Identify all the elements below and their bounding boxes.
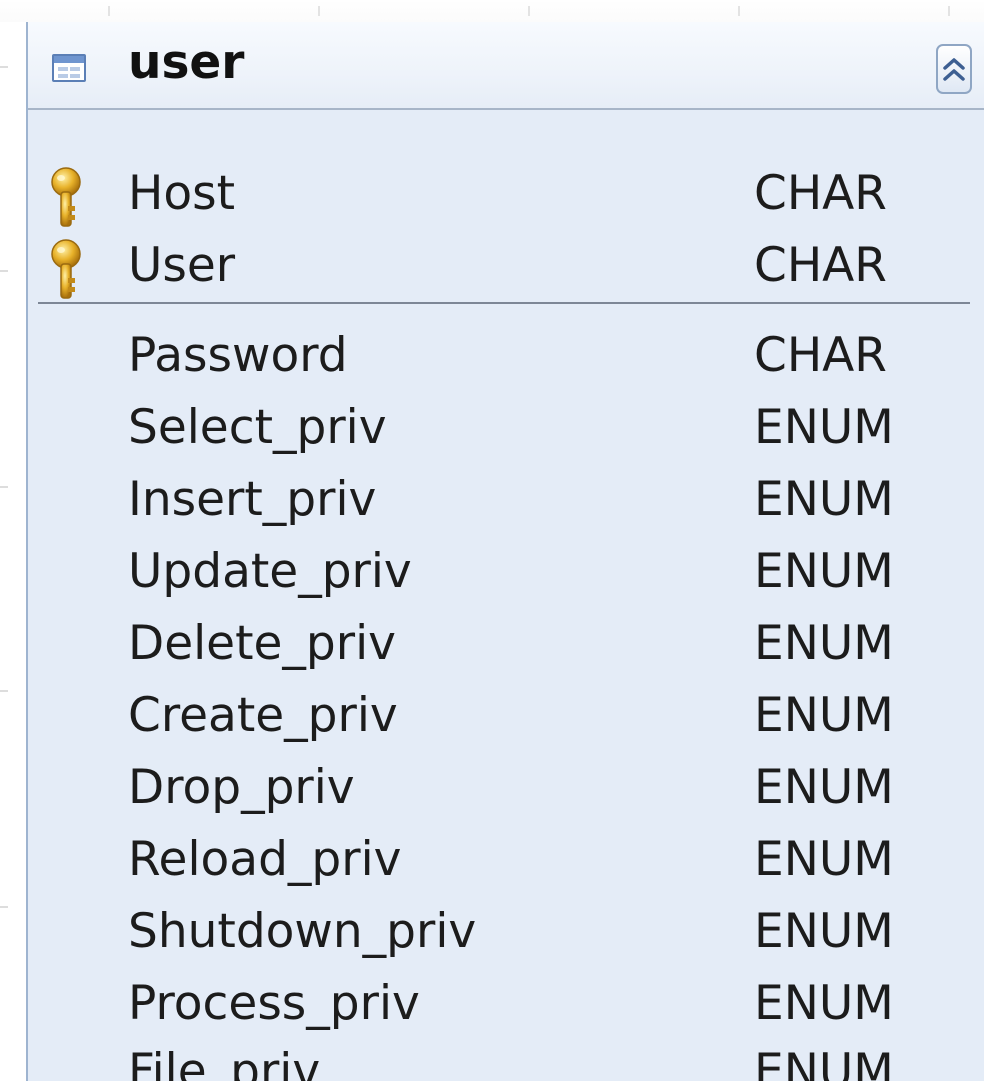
user-table-entity[interactable]: user Host CHAR User CHAR Password CHAR S… [26, 22, 984, 1081]
column-row[interactable]: Process_priv ENUM [28, 968, 984, 1040]
column-type: ENUM [754, 832, 894, 887]
column-type: CHAR [754, 328, 887, 383]
column-name: Process_priv [128, 976, 420, 1031]
column-row-host[interactable]: Host CHAR [28, 158, 984, 230]
column-row[interactable]: Shutdown_priv ENUM [28, 896, 984, 968]
collapse-button[interactable] [936, 44, 972, 94]
double-chevron-up-icon [943, 58, 965, 81]
column-row[interactable]: Create_priv ENUM [28, 680, 984, 752]
ruler-tick [0, 690, 8, 692]
column-name: Delete_priv [128, 616, 396, 671]
column-name: Select_priv [128, 400, 387, 455]
column-row[interactable]: Drop_priv ENUM [28, 752, 984, 824]
table-icon [52, 54, 86, 82]
column-type: CHAR [754, 166, 887, 221]
entity-title: user [128, 35, 245, 90]
ruler-tick [0, 66, 8, 68]
column-type: ENUM [754, 544, 894, 599]
column-type: ENUM [754, 400, 894, 455]
column-name: Shutdown_priv [128, 904, 477, 959]
ruler-tick [0, 270, 8, 272]
diagram-canvas: user Host CHAR User CHAR Password CHAR S… [0, 0, 984, 1081]
column-type: ENUM [754, 976, 894, 1031]
column-row[interactable]: Insert_priv ENUM [28, 464, 984, 536]
column-row[interactable]: File_priv ENUM [28, 1036, 984, 1081]
key-icon [51, 167, 81, 227]
entity-header[interactable]: user [28, 22, 984, 110]
ruler-tick [528, 6, 530, 16]
column-row-user[interactable]: User CHAR [28, 230, 984, 302]
column-name: Reload_priv [128, 832, 402, 887]
column-name: User [128, 238, 236, 293]
column-row[interactable]: Delete_priv ENUM [28, 608, 984, 680]
ruler-tick [108, 6, 110, 16]
ruler-tick [0, 486, 8, 488]
column-name: Drop_priv [128, 760, 355, 815]
top-ruler [0, 0, 984, 22]
column-name: File_priv [128, 1044, 321, 1081]
column-name: Password [128, 328, 348, 383]
column-type: ENUM [754, 904, 894, 959]
key-icon [51, 239, 81, 299]
column-type: ENUM [754, 688, 894, 743]
column-row[interactable]: Update_priv ENUM [28, 536, 984, 608]
column-row[interactable]: Select_priv ENUM [28, 392, 984, 464]
column-name: Host [128, 166, 236, 221]
column-row[interactable]: Reload_priv ENUM [28, 824, 984, 896]
column-type: ENUM [754, 616, 894, 671]
ruler-tick [0, 906, 8, 908]
column-row[interactable]: Password CHAR [28, 320, 984, 392]
ruler-tick [318, 6, 320, 16]
column-type: CHAR [754, 238, 887, 293]
ruler-tick [738, 6, 740, 16]
column-name: Update_priv [128, 544, 412, 599]
column-name: Insert_priv [128, 472, 377, 527]
column-type: ENUM [754, 472, 894, 527]
column-type: ENUM [754, 760, 894, 815]
primary-key-divider [38, 302, 970, 304]
column-name: Create_priv [128, 688, 398, 743]
column-type: ENUM [754, 1044, 894, 1081]
ruler-tick [948, 6, 950, 16]
